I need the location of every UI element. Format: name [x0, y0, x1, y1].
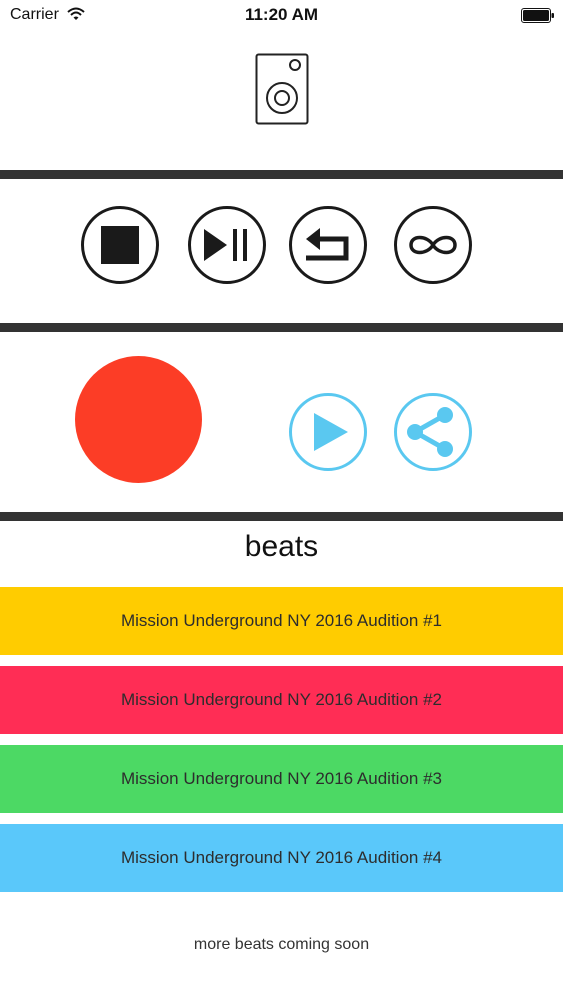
status-bar: Carrier 11:20 AM	[0, 0, 563, 30]
beat-item-3[interactable]: Mission Underground NY 2016 Audition #3	[0, 745, 563, 813]
record-button[interactable]	[75, 356, 202, 483]
infinity-icon	[394, 206, 472, 284]
beat-item-1[interactable]: Mission Underground NY 2016 Audition #1	[0, 587, 563, 655]
clock: 11:20 AM	[244, 5, 319, 24]
divider	[0, 323, 563, 332]
beat-label: Mission Underground NY 2016 Audition #1	[120, 611, 442, 630]
beat-item-2[interactable]: Mission Underground NY 2016 Audition #2	[0, 666, 563, 734]
loop-button[interactable]	[393, 205, 473, 285]
beat-label: Mission Underground NY 2016 Audition #4	[120, 848, 442, 867]
battery-icon	[521, 8, 554, 23]
beat-item-4[interactable]: Mission Underground NY 2016 Audition #4	[0, 824, 563, 892]
play-pause-icon	[188, 206, 266, 284]
footer-note: more beats coming soon	[193, 936, 370, 953]
share-button[interactable]	[393, 392, 473, 472]
play-button[interactable]	[288, 392, 368, 472]
play-icon	[289, 393, 367, 471]
stop-icon	[81, 206, 159, 284]
share-icon	[394, 393, 472, 471]
return-icon	[289, 206, 367, 284]
beat-label: Mission Underground NY 2016 Audition #3	[120, 769, 442, 788]
divider	[0, 170, 563, 179]
beat-label: Mission Underground NY 2016 Audition #2	[120, 690, 442, 709]
section-title: beats	[244, 530, 319, 563]
divider	[0, 512, 563, 521]
play-pause-button[interactable]	[187, 205, 267, 285]
speaker-icon	[255, 53, 309, 125]
return-button[interactable]	[288, 205, 368, 285]
stop-button[interactable]	[80, 205, 160, 285]
